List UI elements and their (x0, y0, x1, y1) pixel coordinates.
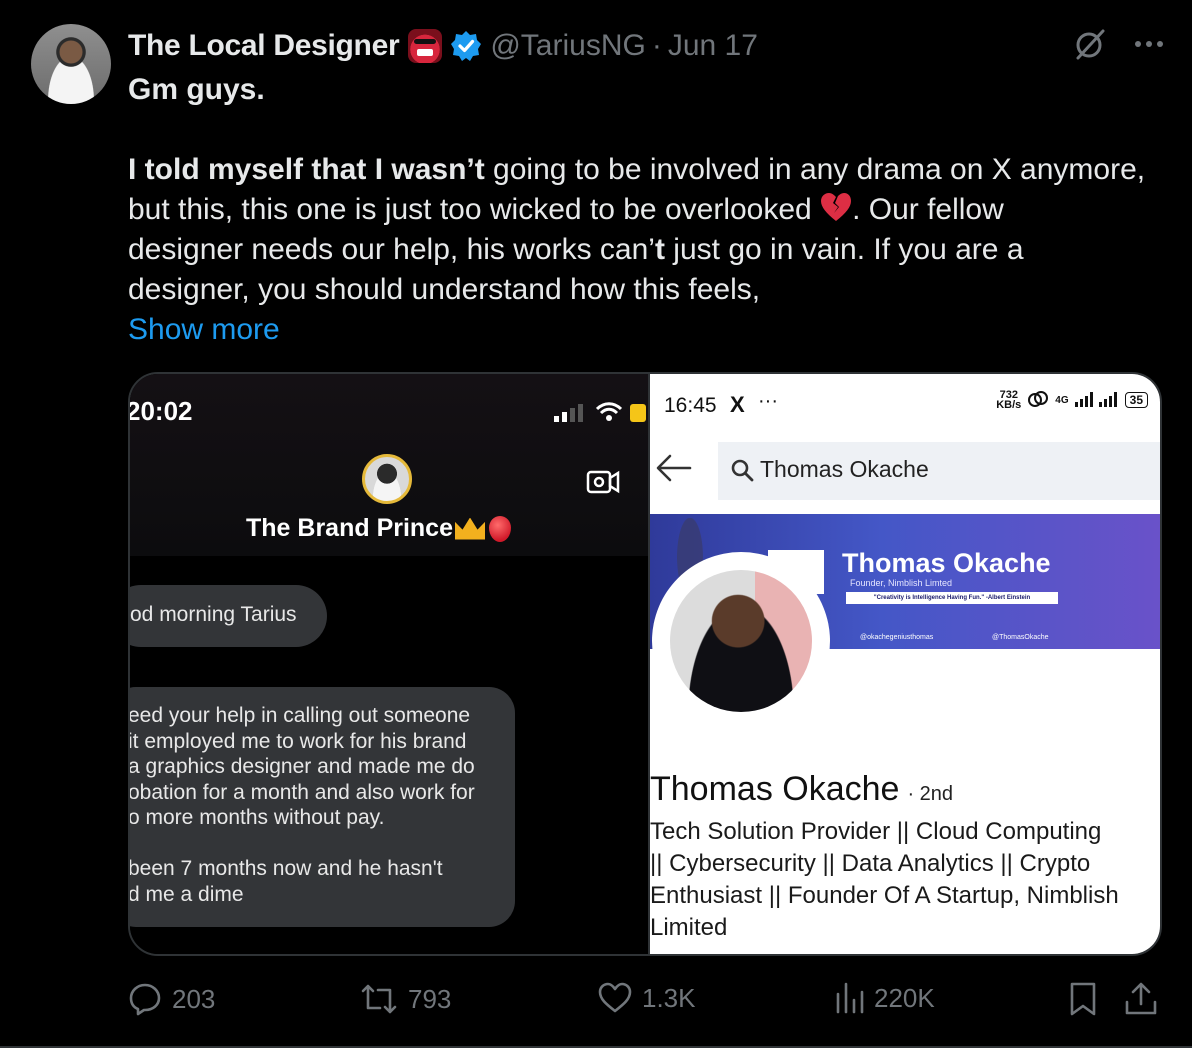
tweet-date[interactable]: Jun 17 (668, 29, 758, 63)
headline-line: Limited (650, 914, 728, 941)
tweet-line-3: but this, this one is just too wicked to… (128, 190, 1168, 230)
signal-icon (554, 404, 584, 427)
balloon-emoji-icon (489, 515, 511, 542)
message-line: obation for a month and also work for (130, 780, 475, 804)
tweet-bold-phrase: I told myself that I wasn’t (128, 153, 485, 186)
tweet-line-4a: designer needs our help, his works can’ (128, 233, 655, 266)
net-speed-unit: KB/s (996, 399, 1022, 411)
share-icon (1125, 982, 1157, 1015)
share-button[interactable] (1124, 982, 1158, 1016)
header-separator: · (651, 29, 662, 62)
repost-button[interactable]: 793 (360, 982, 451, 1016)
tweet-line-4c: just go in vain. If you are a (664, 233, 1024, 266)
dm-contact-name-text: The Brand Prince (246, 514, 453, 542)
message-line: eed your help in calling out someone (130, 704, 471, 727)
tweet-line-2: I told myself that I wasn’t going to be … (128, 150, 1168, 190)
banner-handle-2: @ThomasOkache (992, 634, 1049, 641)
status-more-icon: ··· (758, 390, 778, 412)
crown-emoji-icon (455, 517, 485, 540)
search-query: Thomas Okache (760, 456, 929, 482)
reply-button[interactable]: 203 (128, 982, 215, 1016)
media-image-profile-screenshot[interactable]: 16:45 X ··· 732KB/s 4G 35 Thomas Okache (650, 374, 1160, 954)
message-line: o more months without pay. (130, 806, 385, 829)
banner-quote: "Creativity is Intelligence Having Fun."… (846, 592, 1058, 604)
video-call-icon (586, 468, 620, 501)
views-count: 220K (874, 982, 935, 1013)
author-handle[interactable]: @TariusNG (490, 29, 645, 63)
profile-search-bar: Thomas Okache (718, 442, 1160, 500)
back-arrow-icon (656, 454, 692, 487)
hotspot-icon (1027, 390, 1049, 410)
show-more-link[interactable]: Show more (128, 310, 1168, 350)
tweet-line-1: Gm guys. (128, 73, 265, 106)
tweet-line-2-rest: going to be involved in any drama on X a… (484, 153, 1146, 186)
like-button[interactable]: 1.3K (598, 982, 696, 1014)
author-name[interactable]: The Local Designer (128, 29, 400, 63)
profile-name-text: Thomas Okache (650, 770, 900, 808)
message-line: been 7 months now and he hasn't (130, 857, 443, 880)
banner-handle-1: @okachegeniusthomas (860, 634, 934, 641)
more-options-icon[interactable] (1134, 39, 1164, 49)
message-line: a graphics designer and made me do (130, 755, 475, 778)
repost-icon (361, 984, 397, 1014)
dm-contact-avatar (362, 454, 412, 504)
broken-heart-emoji-icon (820, 193, 852, 223)
profile-name: Thomas Okache · 2nd (650, 770, 953, 809)
ogre-emoji-icon (408, 29, 443, 63)
tweet-header: The Local Designer @TariusNG · Jun 17 (128, 24, 758, 68)
tweet-line-3a: but this, this one is just too wicked to… (128, 193, 821, 226)
message-gap (130, 831, 475, 857)
headline-line: Tech Solution Provider || Cloud Computin… (650, 818, 1102, 845)
reply-icon (129, 983, 161, 1016)
heart-icon (598, 982, 632, 1013)
profile-photo (652, 552, 830, 730)
battery-icon (630, 404, 646, 422)
bookmark-button[interactable] (1068, 982, 1098, 1016)
dm-contact-name: The Brand Prince (246, 514, 511, 543)
repost-count: 793 (408, 983, 452, 1014)
views-icon (836, 982, 864, 1014)
search-icon (730, 458, 754, 488)
grok-icon[interactable] (1072, 26, 1108, 62)
profile-status-time: 16:45 (664, 394, 717, 417)
wifi-icon (595, 402, 623, 427)
tweet-actions-bar: 203 793 1.3K 220K (128, 982, 1162, 1022)
bookmark-icon (1070, 982, 1096, 1016)
verified-badge-icon[interactable] (450, 30, 482, 62)
tweet-body: Gm guys. I told myself that I wasn’t goi… (128, 70, 1168, 350)
message-text: od morning Tarius (130, 603, 297, 626)
banner-subtitle: Founder, Nimblish Limted (850, 578, 953, 588)
headline-line: Enthusiast || Founder Of A Startup, Nimb… (650, 882, 1119, 909)
author-avatar[interactable] (31, 24, 111, 104)
banner-title: Thomas Okache (842, 548, 1051, 578)
profile-headline: Tech Solution Provider || Cloud Computin… (650, 816, 1160, 944)
battery-level: 35 (1124, 392, 1148, 408)
tweet-line-5: designer, you should understand how this… (128, 273, 761, 306)
headline-line: || Cybersecurity || Data Analytics || Cr… (650, 850, 1091, 877)
reply-count: 203 (172, 983, 216, 1014)
like-count: 1.3K (642, 982, 696, 1013)
profile-photo-image (670, 570, 812, 712)
tweet-top-actions (1072, 26, 1164, 62)
dm-status-time: 20:02 (130, 396, 193, 426)
connection-degree: · 2nd (907, 783, 954, 805)
message-line: d me a dime (130, 882, 244, 906)
message-text-multiline: eed your help in calling out someone it … (130, 703, 475, 907)
message-bubble: od morning Tarius (130, 585, 327, 647)
message-bubble: eed your help in calling out someone it … (130, 687, 515, 927)
tweet-line-4: designer needs our help, his works can’t… (128, 230, 1168, 270)
x-logo-icon: X (730, 392, 745, 417)
cell-signal-icon (1074, 391, 1119, 410)
net-speed: 732 KB/s (996, 390, 1022, 411)
tweet-media[interactable]: 20:02 The Brand Prince od morning Tarius… (128, 372, 1162, 956)
tweet-line-3b: . Our fellow (852, 193, 1004, 226)
profile-status-bar: 732 KB/s 4G 35 (996, 390, 1148, 411)
network-type: 4G (1055, 394, 1069, 406)
tweet-paragraph-gap (128, 110, 1168, 150)
views-button[interactable]: 220K (834, 982, 935, 1014)
media-image-dm-screenshot[interactable]: 20:02 The Brand Prince od morning Tarius… (130, 374, 648, 954)
tweet-line-4b: t (654, 233, 665, 266)
message-line: it employed me to work for his brand (130, 729, 467, 753)
